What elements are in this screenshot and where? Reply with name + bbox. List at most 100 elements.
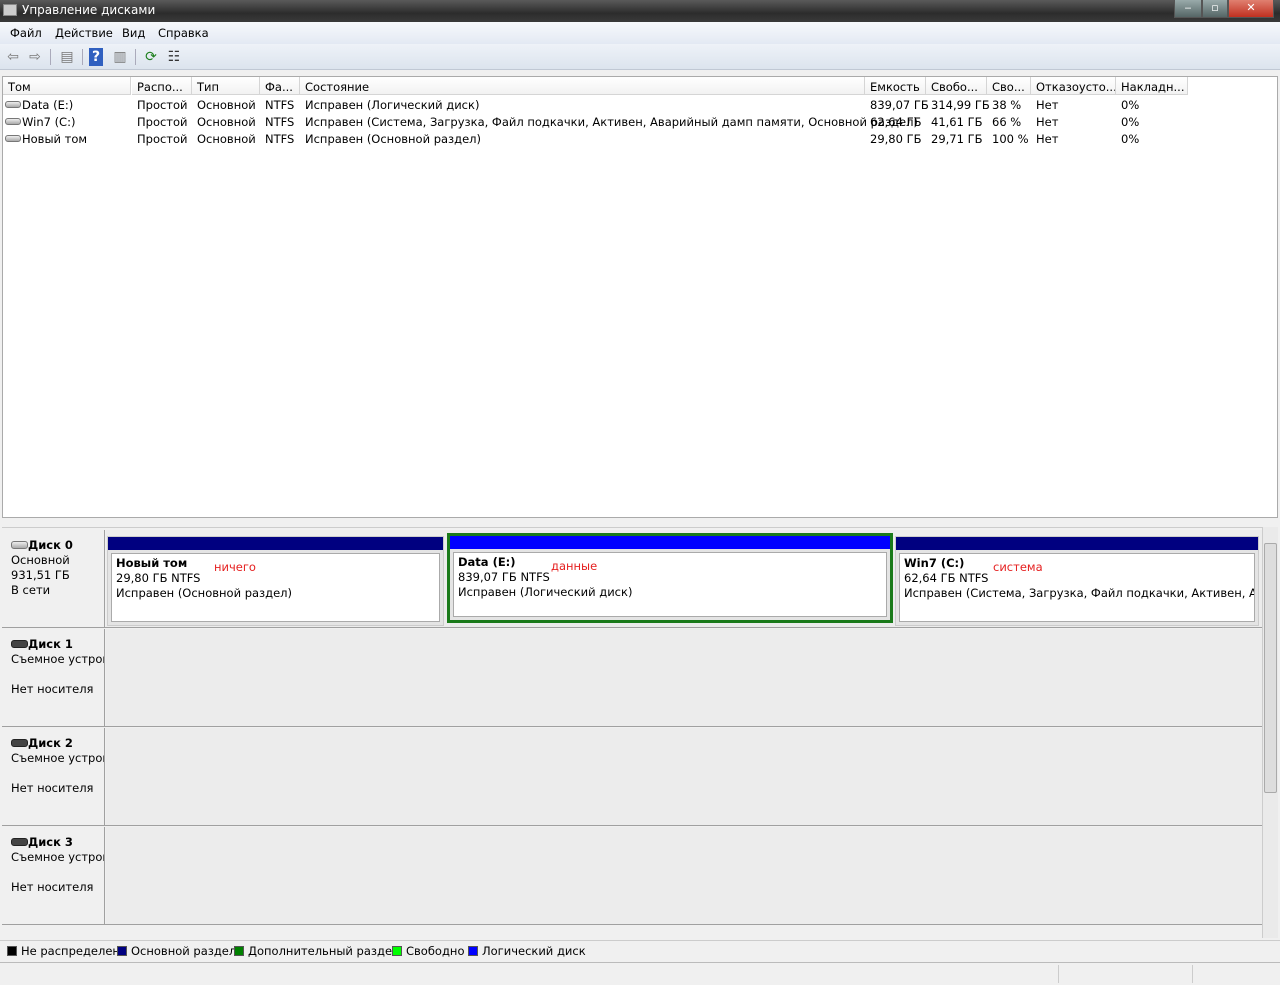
disk-label[interactable]: Диск 2 Съемное устрой Нет носителя — [2, 728, 105, 825]
table-cell: 29,80 ГБ — [870, 132, 922, 146]
window-title: Управление дисками — [22, 3, 156, 17]
volume-list: Том Распо... Тип Фа... Состояние Емкость Свобо… — [2, 76, 1278, 518]
disk-label[interactable]: Диск 0 Основной 931,51 ГБ В сети — [2, 530, 105, 627]
disk-partitions — [106, 827, 1262, 924]
legend: Не распределен Основной раздел Дополнитель… — [0, 940, 1280, 959]
table-cell: Исправен (Основной раздел) — [305, 132, 482, 146]
table-cell: 0% — [1121, 98, 1140, 112]
menu-bar: Файл Действие Вид Справка — [0, 22, 1280, 44]
table-cell: 41,61 ГБ — [931, 115, 983, 129]
disk-label[interactable]: Диск 1 Съемное устрой Нет носителя — [2, 629, 105, 726]
partition[interactable]: Win7 (C:) система 62,64 ГБ NTFS Исправен… — [895, 536, 1259, 626]
table-cell: Основной — [197, 132, 256, 146]
partition[interactable]: Data (E:) данные 839,07 ГБ NTFS Исправен… — [447, 533, 893, 623]
partition[interactable]: Новый том ничего 29,80 ГБ NTFS Исправен … — [107, 536, 444, 626]
table-cell: 38 % — [992, 98, 1022, 112]
partition-bar — [450, 536, 890, 549]
legend-item: Свободно — [392, 944, 464, 958]
menu-file[interactable]: Файл — [10, 26, 42, 40]
partition-annotation: данные — [551, 559, 598, 573]
table-row[interactable]: Win7 (C:) Простой Основной NTFS Исправен (Си… — [3, 113, 1277, 130]
table-row[interactable]: Новый том Простой Основной NTFS Исправен (Ос… — [3, 130, 1277, 147]
column-header[interactable]: Емкость — [865, 77, 926, 95]
column-header[interactable]: Сво... — [987, 77, 1031, 95]
table-cell: 0% — [1121, 115, 1140, 129]
vertical-scrollbar[interactable] — [1262, 527, 1278, 938]
disk-graphical-view: Диск 0 Основной 931,51 ГБ В сети Новый т… — [2, 527, 1278, 938]
menu-action[interactable]: Действие — [55, 26, 113, 40]
help-icon[interactable]: ? — [89, 48, 103, 66]
legend-item: Логический диск — [468, 944, 586, 958]
partition-annotation: ничего — [214, 560, 256, 574]
menu-help[interactable]: Справка — [158, 26, 209, 40]
show-action-pane-icon[interactable]: ▥ — [111, 48, 129, 66]
partition-annotation: система — [993, 560, 1043, 574]
legend-item: Основной раздел — [117, 944, 236, 958]
table-cell: Исправен (Система, Загрузка, Файл подкач… — [305, 115, 918, 129]
table-cell: NTFS — [265, 98, 295, 112]
disk-row[interactable]: Диск 2 Съемное устрой Нет носителя — [2, 728, 1262, 826]
disk-icon — [11, 541, 28, 549]
column-header[interactable]: Распо... — [132, 77, 192, 95]
table-cell: Основной — [197, 115, 256, 129]
disk-label[interactable]: Диск 3 Съемное устрой Нет носителя — [2, 827, 105, 924]
table-cell: Нет — [1036, 115, 1059, 129]
table-cell: Новый том — [3, 130, 131, 147]
forward-arrow-icon[interactable]: ⇨ — [26, 48, 44, 66]
legend-item: Не распределен — [7, 944, 120, 958]
partition-bar — [108, 537, 443, 550]
table-cell: Нет — [1036, 98, 1059, 112]
column-header[interactable]: Состояние — [300, 77, 865, 95]
legend-swatch — [392, 946, 402, 956]
table-cell: 62,64 ГБ — [870, 115, 922, 129]
table-cell: NTFS — [265, 115, 295, 129]
volume-icon — [5, 118, 21, 125]
disk-icon — [11, 739, 28, 747]
table-cell: 0% — [1121, 132, 1140, 146]
menu-view[interactable]: Вид — [122, 26, 145, 40]
disk-row[interactable]: Диск 0 Основной 931,51 ГБ В сети Новый т… — [2, 530, 1262, 628]
legend-swatch — [7, 946, 17, 956]
column-header[interactable]: Накладн... — [1116, 77, 1188, 95]
properties-icon[interactable]: ☷ — [165, 48, 183, 66]
column-header[interactable]: Отказоусто... — [1031, 77, 1116, 95]
legend-swatch — [234, 946, 244, 956]
disk-management-icon — [3, 4, 17, 16]
disk-icon — [11, 838, 28, 846]
disk-partitions: Новый том ничего 29,80 ГБ NTFS Исправен … — [106, 530, 1262, 627]
show-console-tree-icon[interactable]: ▤ — [58, 48, 76, 66]
status-bar — [0, 962, 1280, 985]
table-row[interactable]: Data (E:) Простой Основной NTFS Исправен (Ло… — [3, 96, 1277, 113]
back-arrow-icon[interactable]: ⇦ — [4, 48, 22, 66]
title-bar: Управление дисками ‒ ▫ ✕ — [0, 0, 1280, 22]
disk-icon — [11, 640, 28, 648]
volume-icon — [5, 135, 21, 142]
disk-partitions — [106, 728, 1262, 825]
table-cell: Исправен (Логический диск) — [305, 98, 480, 112]
table-cell: Data (E:) — [3, 96, 131, 113]
column-header[interactable]: Том — [3, 77, 131, 95]
table-cell: Win7 (C:) — [3, 113, 131, 130]
disk-row[interactable]: Диск 1 Съемное устрой Нет носителя — [2, 629, 1262, 727]
maximize-button[interactable]: ▫ — [1202, 0, 1228, 18]
table-cell: 66 % — [992, 115, 1022, 129]
minimize-button[interactable]: ‒ — [1174, 0, 1202, 18]
table-cell: 314,99 ГБ — [931, 98, 990, 112]
close-button[interactable]: ✕ — [1228, 0, 1274, 18]
partition-bar — [896, 537, 1258, 550]
table-cell: Простой — [137, 115, 188, 129]
table-cell: Основной — [197, 98, 256, 112]
table-cell: 100 % — [992, 132, 1029, 146]
table-cell: 839,07 ГБ — [870, 98, 929, 112]
disk-row[interactable]: Диск 3 Съемное устрой Нет носителя — [2, 827, 1262, 925]
column-header[interactable]: Свобо... — [926, 77, 987, 95]
table-cell: Простой — [137, 132, 188, 146]
legend-swatch — [468, 946, 478, 956]
column-header[interactable]: Тип — [192, 77, 260, 95]
table-cell: Простой — [137, 98, 188, 112]
column-header[interactable]: Фа... — [260, 77, 300, 95]
legend-item: Дополнительный раздел — [234, 944, 399, 958]
scrollbar-thumb[interactable] — [1264, 543, 1277, 793]
toolbar: ⇦ ⇨ ▤ ? ▥ ⟳ ☷ — [0, 44, 1280, 70]
refresh-icon[interactable]: ⟳ — [142, 48, 160, 66]
